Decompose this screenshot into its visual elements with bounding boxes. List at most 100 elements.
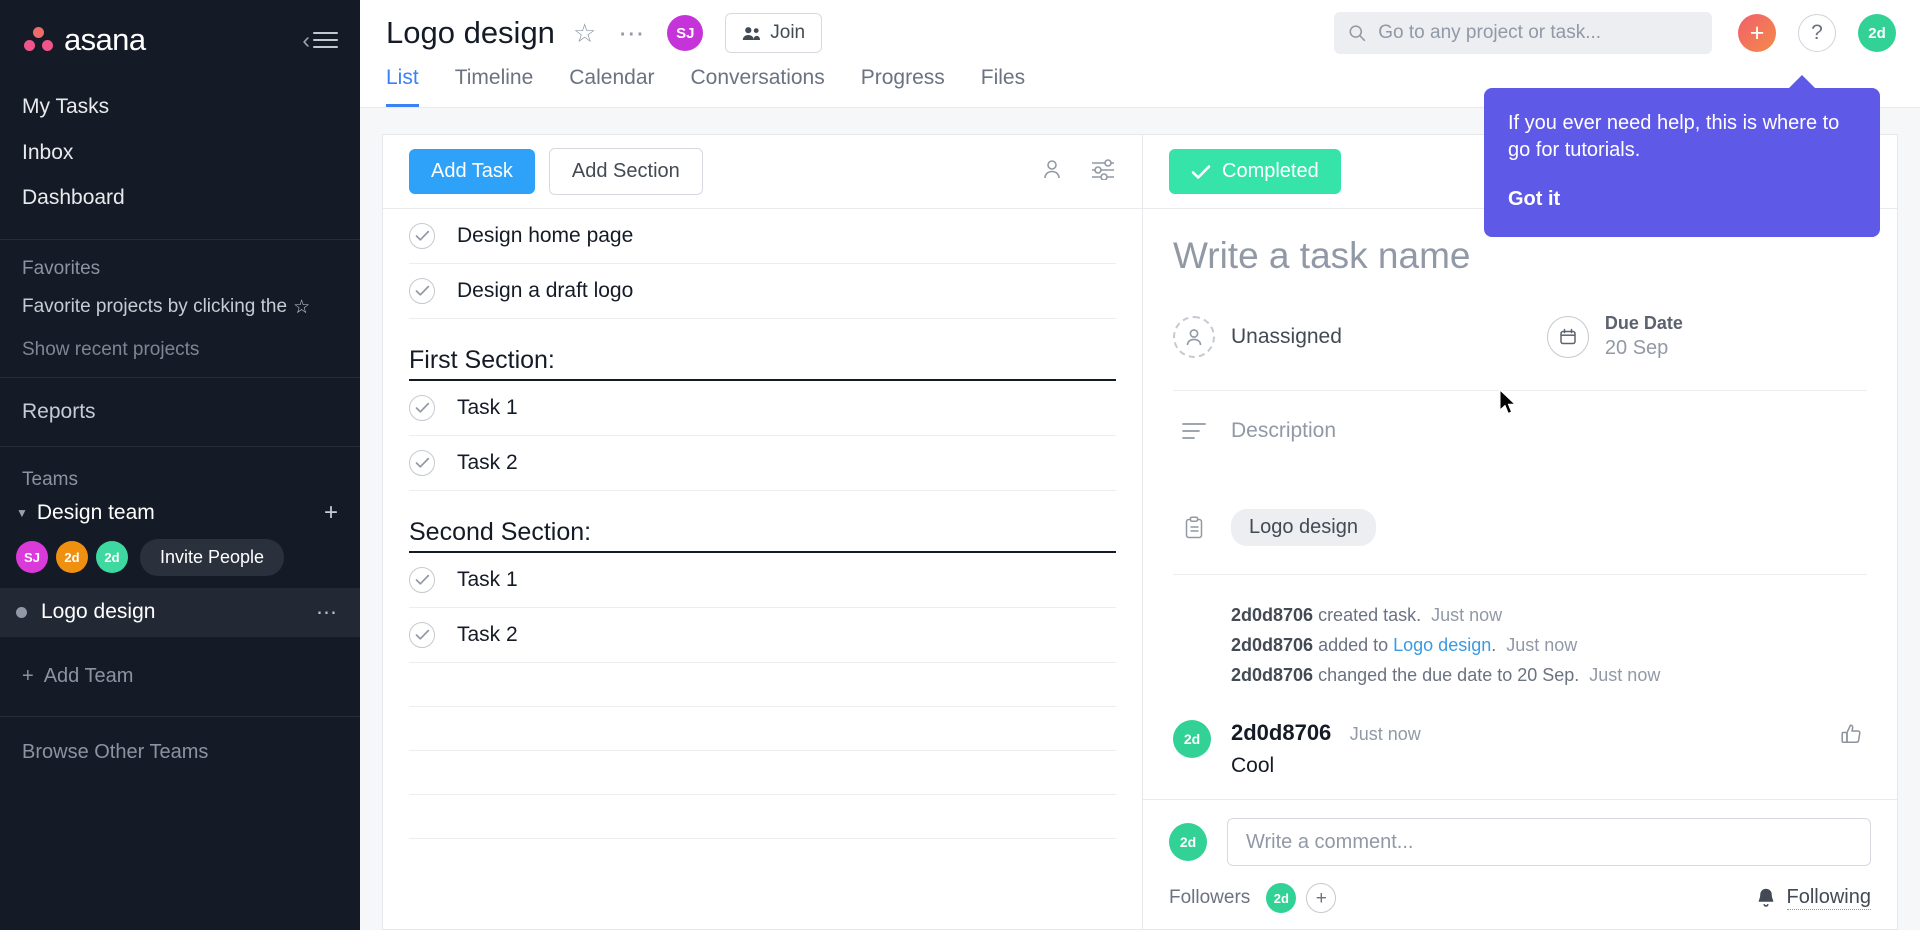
task-complete-checkbox-icon[interactable] <box>409 395 435 421</box>
comment-item: 2d 2d0d8706 Just now Cool <box>1173 720 1867 778</box>
assignee-filter-icon[interactable] <box>1040 157 1064 186</box>
add-project-icon[interactable]: + <box>324 500 338 525</box>
task-complete-checkbox-icon[interactable] <box>409 223 435 249</box>
section-row[interactable]: First Section: <box>409 319 1116 381</box>
task-row[interactable]: Design a draft logo <box>409 264 1116 319</box>
assignee-field[interactable]: Unassigned <box>1173 315 1342 358</box>
project-overflow-icon[interactable]: ⋯ <box>316 600 338 625</box>
sort-settings-icon[interactable] <box>1090 158 1116 185</box>
sidebar-item-dashboard[interactable]: Dashboard <box>0 175 360 221</box>
help-tooltip-text: If you ever need help, this is where to … <box>1508 112 1840 161</box>
team-members-row: SJ 2d 2d Invite People <box>0 529 360 588</box>
activity-text: added to <box>1318 634 1394 655</box>
task-name-input[interactable] <box>1173 235 1867 277</box>
task-row[interactable]: Task 2 <box>409 436 1116 491</box>
add-team-button[interactable]: + Add Team <box>0 637 360 716</box>
favorites-hint: Favorite projects by clicking the ☆ <box>22 296 338 319</box>
tab-list[interactable]: List <box>386 66 437 107</box>
calendar-icon <box>1546 315 1589 358</box>
got-it-button[interactable]: Got it <box>1508 188 1856 211</box>
thumbs-up-icon[interactable] <box>1839 722 1863 751</box>
section-row[interactable]: Second Section: <box>409 491 1116 553</box>
empty-task-row[interactable] <box>409 707 1116 751</box>
empty-task-row[interactable] <box>409 751 1116 795</box>
add-section-button[interactable]: Add Section <box>548 148 703 195</box>
task-row[interactable]: Task 1 <box>409 381 1116 436</box>
join-button[interactable]: Join <box>725 13 823 53</box>
activity-time: Just now <box>1589 664 1661 685</box>
current-user-avatar[interactable]: 2d <box>1858 14 1896 52</box>
project-tag[interactable]: Logo design <box>1231 509 1376 547</box>
show-recent-projects-link[interactable]: Show recent projects <box>22 339 338 361</box>
tab-calendar[interactable]: Calendar <box>551 66 672 107</box>
favorite-star-icon[interactable]: ☆ <box>573 18 596 49</box>
task-row[interactable]: Task 1 <box>409 553 1116 608</box>
task-complete-checkbox-icon[interactable] <box>409 567 435 593</box>
due-date-field[interactable]: Due Date 20 Sep <box>1546 311 1683 362</box>
tab-progress[interactable]: Progress <box>843 66 963 107</box>
top-bar: Logo design ☆ ⋯ SJ Join Go to any projec… <box>360 0 1920 66</box>
sidebar-project-logo-design[interactable]: Logo design ⋯ <box>0 587 360 637</box>
due-date-label: Due Date <box>1604 313 1683 333</box>
asana-app: asana ‹ My Tasks Inbox Dashboard Favorit… <box>0 0 1920 930</box>
avatar[interactable]: SJ <box>667 15 704 51</box>
avatar[interactable]: 2d <box>56 541 88 573</box>
detail-body: Unassigned <box>1143 209 1897 799</box>
task-row[interactable]: Design home page <box>409 209 1116 264</box>
task-row[interactable]: Task 2 <box>409 608 1116 663</box>
activity-user: 2d0d8706 <box>1231 664 1319 685</box>
browse-other-teams-link[interactable]: Browse Other Teams <box>0 717 360 788</box>
description-field[interactable]: Description <box>1173 419 1867 443</box>
empty-task-row[interactable] <box>409 795 1116 839</box>
completed-button[interactable]: Completed <box>1169 149 1341 194</box>
comment-time: Just now <box>1349 724 1421 745</box>
tab-timeline[interactable]: Timeline <box>437 66 552 107</box>
tab-conversations[interactable]: Conversations <box>673 66 843 107</box>
caret-down-icon: ▼ <box>16 505 28 520</box>
empty-task-row[interactable] <box>409 663 1116 707</box>
asana-logo[interactable]: asana <box>22 22 146 58</box>
task-label: Task 1 <box>457 568 518 591</box>
project-menu-icon[interactable]: ⋯ <box>618 18 645 49</box>
sidebar: asana ‹ My Tasks Inbox Dashboard Favorit… <box>0 0 360 930</box>
sidebar-primary-nav: My Tasks Inbox Dashboard <box>0 58 360 239</box>
favorites-hint-text: Favorite projects by clicking the <box>22 296 288 317</box>
followers-label: Followers <box>1169 887 1251 908</box>
project-tag-row: Logo design <box>1173 509 1867 576</box>
invite-people-button[interactable]: Invite People <box>140 538 285 576</box>
avatar[interactable]: 2d <box>96 541 128 573</box>
section-title: First Section: <box>409 346 555 374</box>
search-input[interactable] <box>1378 22 1698 44</box>
following-label: Following <box>1786 886 1871 910</box>
comment-input[interactable] <box>1227 818 1871 866</box>
task-label: Task 2 <box>457 623 518 646</box>
avatar[interactable]: SJ <box>16 541 48 573</box>
following-toggle[interactable]: Following <box>1755 886 1871 910</box>
task-complete-checkbox-icon[interactable] <box>409 278 435 304</box>
add-follower-icon[interactable]: + <box>1306 883 1337 913</box>
task-complete-checkbox-icon[interactable] <box>409 450 435 476</box>
task-complete-checkbox-icon[interactable] <box>409 622 435 648</box>
followers-row: Followers 2d + Following <box>1169 866 1871 929</box>
avatar[interactable]: 2d <box>1173 720 1211 759</box>
sidebar-item-my-tasks[interactable]: My Tasks <box>0 84 360 130</box>
tab-files[interactable]: Files <box>963 66 1043 107</box>
sidebar-top: asana ‹ <box>0 0 360 58</box>
avatar[interactable]: 2d <box>1169 823 1207 861</box>
sidebar-item-inbox[interactable]: Inbox <box>0 130 360 176</box>
quick-add-button[interactable]: + <box>1738 14 1776 52</box>
search-icon <box>1349 25 1366 42</box>
add-task-button[interactable]: Add Task <box>409 149 535 194</box>
activity-project-link[interactable]: Logo design <box>1393 635 1491 655</box>
help-button[interactable]: ? <box>1798 14 1836 52</box>
mouse-cursor <box>1499 389 1517 415</box>
task-meta-row: Unassigned Due Date 20 Sep <box>1173 311 1867 392</box>
list-toolbar: Add Task Add Section <box>383 135 1142 209</box>
sidebar-item-reports[interactable]: Reports <box>0 378 360 446</box>
team-design-team[interactable]: ▼ Design team + <box>0 491 360 529</box>
collapse-sidebar-button[interactable]: ‹ <box>302 28 338 52</box>
hamburger-icon <box>313 32 338 48</box>
search-box[interactable] <box>1334 12 1712 54</box>
avatar[interactable]: 2d <box>1266 883 1297 913</box>
activity-user: 2d0d8706 <box>1231 605 1319 626</box>
